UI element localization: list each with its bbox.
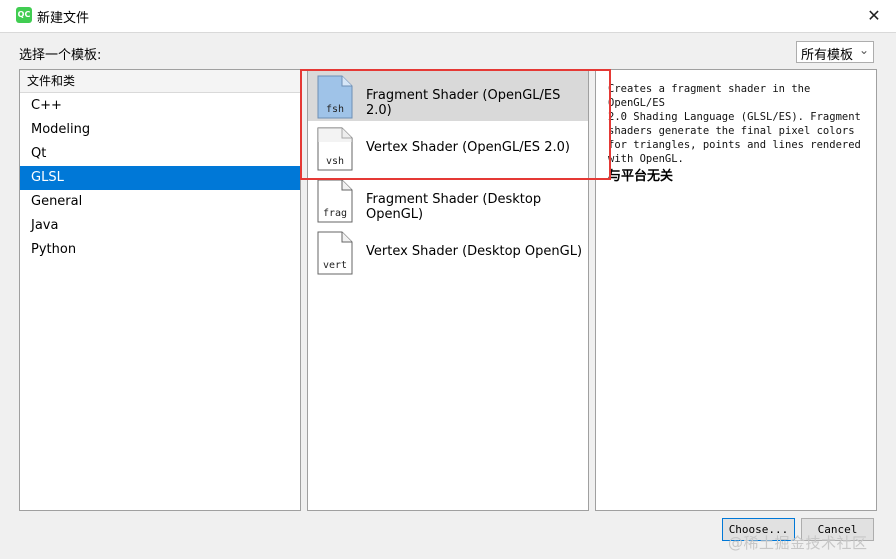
- close-button[interactable]: ✕: [852, 0, 896, 32]
- template-item-fragment-desktop[interactable]: frag Fragment Shader (Desktop OpenGL): [308, 175, 588, 225]
- template-filter-value: 所有模板: [801, 48, 854, 63]
- file-extension-label: fsh: [325, 104, 345, 115]
- template-list[interactable]: fsh Fragment Shader (OpenGL/ES 2.0) vsh …: [307, 69, 589, 511]
- platform-label: 与平台无关: [608, 169, 674, 184]
- close-icon: ✕: [867, 6, 881, 25]
- file-extension-label: vert: [322, 260, 348, 271]
- template-label: Vertex Shader (Desktop OpenGL): [366, 244, 583, 259]
- category-item-general[interactable]: General: [20, 190, 300, 214]
- qt-logo-icon: QC: [16, 7, 32, 23]
- watermark: @稀土掘金技术社区: [728, 534, 868, 552]
- template-item-fragment-es[interactable]: fsh Fragment Shader (OpenGL/ES 2.0): [308, 71, 588, 121]
- window-title: 新建文件: [37, 11, 90, 26]
- category-item-qt[interactable]: Qt: [20, 142, 300, 166]
- choose-template-label: 选择一个模板:: [19, 48, 102, 63]
- description-line: for triangles, points and lines rendered: [608, 139, 861, 151]
- description-line: Creates a fragment shader in the OpenGL/…: [608, 83, 811, 109]
- description-line: 2.0 Shading Language (GLSL/ES). Fragment: [608, 111, 861, 123]
- template-filter-select[interactable]: 所有模板 ⌄: [796, 41, 874, 63]
- category-header: 文件和类: [20, 70, 300, 93]
- template-label: Fragment Shader (Desktop OpenGL): [366, 192, 542, 222]
- template-item-vertex-desktop[interactable]: vert Vertex Shader (Desktop OpenGL): [308, 227, 588, 277]
- description-line: shaders generate the final pixel colors: [608, 125, 855, 137]
- file-extension-label: vsh: [325, 156, 345, 167]
- category-item-glsl[interactable]: GLSL: [20, 166, 300, 190]
- description-panel: Creates a fragment shader in the OpenGL/…: [595, 69, 877, 511]
- template-item-vertex-es[interactable]: vsh Vertex Shader (OpenGL/ES 2.0): [308, 123, 588, 173]
- category-list[interactable]: 文件和类 C++ Modeling Qt GLSL General Java P…: [19, 69, 301, 511]
- title-bar: QC 新建文件 ✕: [0, 0, 896, 33]
- description-line: with OpenGL.: [608, 153, 684, 165]
- category-item-modeling[interactable]: Modeling: [20, 118, 300, 142]
- category-item-python[interactable]: Python: [20, 238, 300, 262]
- category-item-java[interactable]: Java: [20, 214, 300, 238]
- file-extension-label: frag: [322, 208, 348, 219]
- template-label: Fragment Shader (OpenGL/ES 2.0): [366, 88, 561, 118]
- chevron-down-icon: ⌄: [858, 43, 869, 57]
- template-description: Creates a fragment shader in the OpenGL/…: [608, 82, 870, 166]
- template-label: Vertex Shader (OpenGL/ES 2.0): [366, 140, 570, 155]
- category-item-cpp[interactable]: C++: [20, 94, 300, 118]
